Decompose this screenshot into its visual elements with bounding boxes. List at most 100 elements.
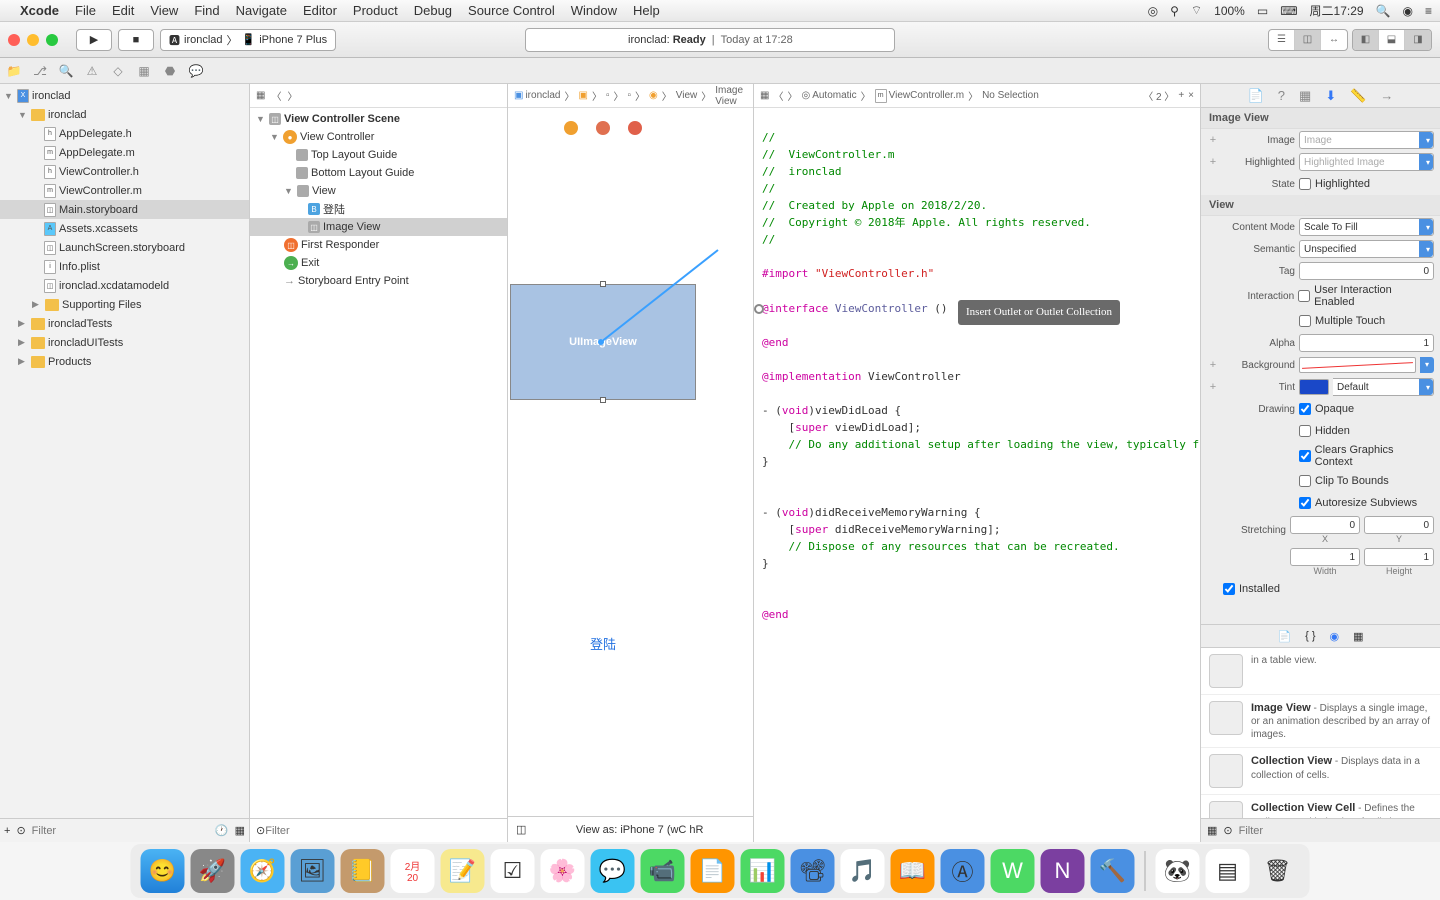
- calendar-app[interactable]: 2月20: [391, 849, 435, 893]
- exit-row[interactable]: →Exit: [250, 254, 507, 272]
- menu-source-control[interactable]: Source Control: [468, 3, 555, 18]
- canvas-bottom-bar[interactable]: ◫ View as: iPhone 7 (wC hR: [508, 816, 753, 842]
- entry-row[interactable]: →Storyboard Entry Point: [250, 272, 507, 290]
- stop-button[interactable]: ■: [118, 29, 154, 51]
- ibooks-app[interactable]: 📖: [891, 849, 935, 893]
- highlighted-checkbox[interactable]: [1299, 178, 1311, 190]
- trash-icon[interactable]: 🗑: [1256, 849, 1300, 893]
- add-highlighted-icon[interactable]: +: [1207, 156, 1219, 168]
- zoom-button[interactable]: [46, 34, 58, 46]
- highlighted-combo[interactable]: Highlighted Image▾: [1299, 153, 1434, 171]
- file-template-icon[interactable]: 📄: [1277, 630, 1291, 643]
- reminders-app[interactable]: ☑: [491, 849, 535, 893]
- content-mode-combo[interactable]: Scale To Fill▾: [1299, 218, 1434, 236]
- lib-item-collectionview[interactable]: Collection View - Displays data in a col…: [1201, 748, 1440, 795]
- outline-filter[interactable]: [265, 825, 501, 837]
- file-xcdatamodel[interactable]: ◫ironclad.xcdatamodeld: [0, 276, 249, 295]
- uiimageview-element[interactable]: UIImageView: [510, 284, 696, 400]
- photos-app[interactable]: 🌸: [541, 849, 585, 893]
- spotlight-icon[interactable]: 🔍: [1376, 4, 1391, 18]
- canvas-jump-bar[interactable]: ▣ ironclad〉 ▣〉 ▫〉 ▫〉 ◉〉 View〉 Image View: [508, 84, 753, 108]
- file-assets[interactable]: AAssets.xcassets: [0, 219, 249, 238]
- lib-item[interactable]: in a table view.: [1201, 648, 1440, 695]
- connections-inspector-icon[interactable]: →: [1380, 88, 1393, 103]
- project-navigator-icon[interactable]: 📁: [6, 63, 22, 79]
- finder-app[interactable]: 😊: [141, 849, 185, 893]
- imgview-row[interactable]: ◫Image View: [250, 218, 507, 236]
- ib-canvas[interactable]: ▣ ironclad〉 ▣〉 ▫〉 ▫〉 ◉〉 View〉 Image View…: [508, 84, 753, 842]
- source-control-navigator-icon[interactable]: ⎇: [32, 63, 48, 79]
- add-editor-icon[interactable]: +: [1178, 90, 1184, 101]
- login-button-element[interactable]: 登陆: [510, 634, 696, 653]
- left-panel-toggle[interactable]: ◧: [1353, 30, 1379, 50]
- media-library-icon[interactable]: ▦: [1353, 630, 1363, 643]
- doc-stack[interactable]: ▤: [1206, 849, 1250, 893]
- messages-app[interactable]: 💬: [591, 849, 635, 893]
- menu-window[interactable]: Window: [571, 3, 617, 18]
- image-combo[interactable]: Image▾: [1299, 131, 1434, 149]
- clock[interactable]: 周二17:29: [1310, 2, 1364, 19]
- outline-jump-bar[interactable]: ▦ 〈 〉: [250, 84, 507, 108]
- semantic-combo[interactable]: Unspecified▾: [1299, 240, 1434, 258]
- forward-icon[interactable]: 〉: [287, 88, 297, 103]
- menu-find[interactable]: Find: [194, 3, 219, 18]
- alpha-field[interactable]: 1: [1299, 334, 1434, 352]
- notes-app[interactable]: 📝: [441, 849, 485, 893]
- recent-filter-icon[interactable]: 🕐: [215, 824, 229, 837]
- clears-checkbox[interactable]: [1299, 450, 1311, 462]
- library-filter[interactable]: [1239, 825, 1434, 837]
- lib-view-icon[interactable]: ▦: [1207, 824, 1217, 837]
- input-icon[interactable]: ⌨: [1280, 4, 1297, 18]
- version-editor[interactable]: ↔: [1321, 30, 1347, 50]
- tint-combo[interactable]: Default▾: [1333, 378, 1434, 396]
- phone-canvas[interactable]: UIImageView 登陆: [510, 108, 696, 816]
- standard-editor[interactable]: ☰: [1269, 30, 1295, 50]
- menu-editor[interactable]: Editor: [303, 3, 337, 18]
- close-editor-icon[interactable]: ×: [1188, 90, 1194, 101]
- help-inspector-icon[interactable]: ?: [1278, 88, 1285, 103]
- find-navigator-icon[interactable]: 🔍: [58, 63, 74, 79]
- group-uitests[interactable]: ▶ironcladUITests: [0, 333, 249, 352]
- menu-view[interactable]: View: [150, 3, 178, 18]
- wifi-icon[interactable]: ⌔: [1191, 3, 1202, 18]
- vc-row[interactable]: ▼●View Controller: [250, 128, 507, 146]
- menu-file[interactable]: File: [75, 3, 96, 18]
- pages-app[interactable]: 📄: [691, 849, 735, 893]
- onenote-app[interactable]: N: [1041, 849, 1085, 893]
- tint-colorwell[interactable]: [1299, 379, 1329, 395]
- autoresize-checkbox[interactable]: [1299, 497, 1311, 509]
- test-navigator-icon[interactable]: ◇: [110, 63, 126, 79]
- notifications-icon[interactable]: ≡: [1425, 4, 1432, 18]
- outline-toggle-icon[interactable]: ◫: [516, 823, 526, 836]
- bottom-panel-toggle[interactable]: ⬓: [1379, 30, 1405, 50]
- issue-navigator-icon[interactable]: ⚠: [84, 63, 100, 79]
- file-appdelegate-m[interactable]: mAppDelegate.m: [0, 143, 249, 162]
- panda-folder[interactable]: 🐼: [1156, 849, 1200, 893]
- file-viewcontroller-m[interactable]: mViewController.m: [0, 181, 249, 200]
- code-snippet-icon[interactable]: { }: [1305, 630, 1315, 642]
- blg-row[interactable]: Bottom Layout Guide: [250, 164, 507, 182]
- tag-field[interactable]: 0: [1299, 262, 1434, 280]
- stretch-y-field[interactable]: 0: [1364, 516, 1434, 534]
- stretch-w-field[interactable]: 1: [1290, 548, 1360, 566]
- file-launchscreen[interactable]: ◫LaunchScreen.storyboard: [0, 238, 249, 257]
- safari-app[interactable]: 🧭: [241, 849, 285, 893]
- view-row[interactable]: ▼View: [250, 182, 507, 200]
- add-icon[interactable]: +: [4, 825, 10, 837]
- size-inspector-icon[interactable]: 📏: [1350, 88, 1366, 104]
- object-library[interactable]: in a table view. Image View - Displays a…: [1201, 648, 1440, 818]
- group-products[interactable]: ▶Products: [0, 352, 249, 371]
- assistant-editor[interactable]: ◫: [1295, 30, 1321, 50]
- launchpad-app[interactable]: 🚀: [191, 849, 235, 893]
- siri-icon[interactable]: ◉: [1403, 4, 1413, 18]
- run-button[interactable]: ▶: [76, 29, 112, 51]
- lib-item-imageview[interactable]: Image View - Displays a single image, or…: [1201, 695, 1440, 748]
- identity-inspector-icon[interactable]: ▦: [1299, 88, 1311, 104]
- xcode-app[interactable]: 🔨: [1091, 849, 1135, 893]
- preview-app[interactable]: 🖼: [291, 849, 335, 893]
- installed-checkbox[interactable]: [1223, 583, 1235, 595]
- code-editor[interactable]: // // ViewController.m // ironclad // //…: [754, 108, 1200, 842]
- menu-edit[interactable]: Edit: [112, 3, 134, 18]
- report-navigator-icon[interactable]: 💬: [188, 63, 204, 79]
- file-main-storyboard[interactable]: ◫Main.storyboard: [0, 200, 249, 219]
